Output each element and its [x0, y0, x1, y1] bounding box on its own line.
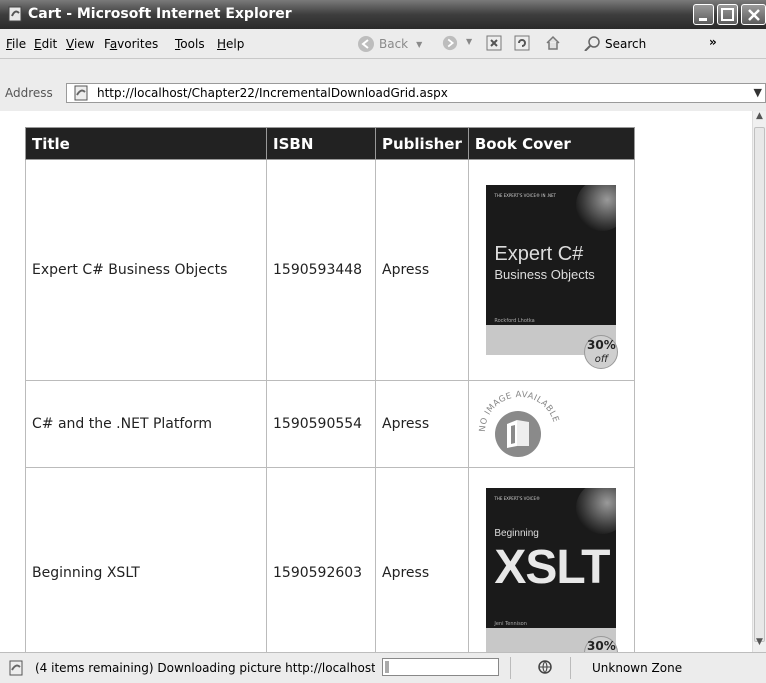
cell-title: Beginning XSLT [25, 467, 267, 652]
menu-edit[interactable]: Edit [34, 37, 57, 51]
progress-fill [385, 661, 389, 673]
grid-header-row: Title ISBN Publisher Book Cover [25, 127, 635, 160]
window-title: Cart - Microsoft Internet Explorer [28, 6, 292, 22]
forward-arrow-icon[interactable] [442, 35, 458, 51]
minimize-icon [699, 18, 707, 21]
status-text: (4 items remaining) Downloading picture … [35, 661, 375, 675]
back-dropdown-icon[interactable]: ▼ [416, 40, 422, 49]
forward-dropdown-icon[interactable]: ▼ [466, 37, 472, 46]
page-icon [74, 85, 88, 101]
cell-cover: NO IMAGE AVAILABLE [467, 380, 635, 468]
menu-bar: File Edit View Favorites Tools Help Back… [0, 29, 766, 85]
address-dropdown-icon[interactable]: ▼ [754, 86, 762, 99]
search-button-label[interactable]: Search [605, 37, 646, 51]
cell-isbn: 1590593448 [266, 159, 376, 381]
table-row: Beginning XSLT 1590592603 Apress THE EXP… [25, 467, 635, 652]
menu-tools[interactable]: Tools [175, 37, 205, 51]
address-label: Address [5, 86, 53, 100]
discount-badge: 30%off [584, 636, 619, 652]
page-loading-icon [9, 660, 23, 676]
page-content: Title ISBN Publisher Book Cover Expert C… [0, 111, 752, 652]
cell-cover: THE EXPERT'S VOICE® Beginning XSLT Jeni … [467, 467, 635, 652]
cell-isbn: 1590592603 [266, 467, 376, 652]
books-grid: Title ISBN Publisher Book Cover Expert C… [25, 127, 635, 652]
status-bar: (4 items remaining) Downloading picture … [0, 652, 766, 683]
cell-publisher: Apress [375, 159, 469, 381]
menu-favorites[interactable]: Favorites [104, 37, 158, 51]
back-button[interactable]: Back ▼ [357, 35, 422, 53]
status-divider [570, 657, 571, 679]
cell-title: Expert C# Business Objects [25, 159, 267, 381]
globe-graphic [576, 185, 617, 231]
zone-icon [538, 660, 552, 674]
col-header-isbn: ISBN [266, 127, 376, 160]
scroll-thumb[interactable] [754, 127, 765, 642]
col-header-title: Title [25, 127, 267, 160]
browser-window: Cart - Microsoft Internet Explorer File … [0, 0, 766, 683]
menu-view[interactable]: View [66, 37, 94, 51]
refresh-icon[interactable] [514, 35, 530, 51]
cell-publisher: Apress [375, 380, 469, 468]
menu-file[interactable]: File [6, 37, 26, 51]
menu-help[interactable]: Help [217, 37, 244, 51]
maximize-button[interactable] [717, 4, 738, 25]
cell-isbn: 1590590554 [266, 380, 376, 468]
vertical-scrollbar[interactable]: ▲ ▼ [752, 111, 766, 652]
status-divider [510, 657, 511, 679]
book-cover-image: THE EXPERT'S VOICE® IN .NET Expert C# Bu… [486, 185, 619, 369]
cell-title: C# and the .NET Platform [25, 380, 267, 468]
search-icon[interactable] [584, 35, 600, 51]
stop-icon[interactable] [486, 35, 502, 51]
cell-publisher: Apress [375, 467, 469, 652]
scroll-up-icon[interactable]: ▲ [753, 111, 766, 125]
no-image-available-icon: NO IMAGE AVAILABLE [478, 390, 560, 457]
globe-graphic [576, 488, 617, 534]
ie-page-icon [8, 6, 22, 22]
address-input[interactable]: http://localhost/Chapter22/IncrementalDo… [66, 83, 766, 103]
back-arrow-icon [358, 36, 374, 52]
table-row: Expert C# Business Objects 1590593448 Ap… [25, 159, 635, 381]
address-bar: Address http://localhost/Chapter22/Incre… [0, 59, 766, 111]
toolbar-chevron[interactable]: » [709, 35, 717, 49]
close-icon [748, 9, 760, 21]
cell-cover: THE EXPERT'S VOICE® IN .NET Expert C# Bu… [467, 159, 635, 381]
scroll-down-icon[interactable]: ▼ [753, 637, 766, 651]
book-cover-image: THE EXPERT'S VOICE® Beginning XSLT Jeni … [486, 488, 619, 652]
title-bar[interactable]: Cart - Microsoft Internet Explorer [0, 0, 766, 29]
maximize-icon [721, 8, 734, 21]
security-zone-label: Unknown Zone [592, 661, 683, 675]
close-button[interactable] [741, 4, 766, 25]
menu-file-rest: ile [12, 37, 27, 51]
minimize-button[interactable] [693, 4, 714, 25]
table-row: C# and the .NET Platform 1590590554 Apre… [25, 380, 635, 468]
download-progress-bar [382, 658, 499, 676]
home-icon[interactable] [545, 35, 561, 51]
address-url: http://localhost/Chapter22/IncrementalDo… [97, 86, 448, 100]
discount-badge: 30%off [584, 335, 619, 369]
col-header-publisher: Publisher [375, 127, 469, 160]
col-header-cover: Book Cover [467, 127, 635, 160]
